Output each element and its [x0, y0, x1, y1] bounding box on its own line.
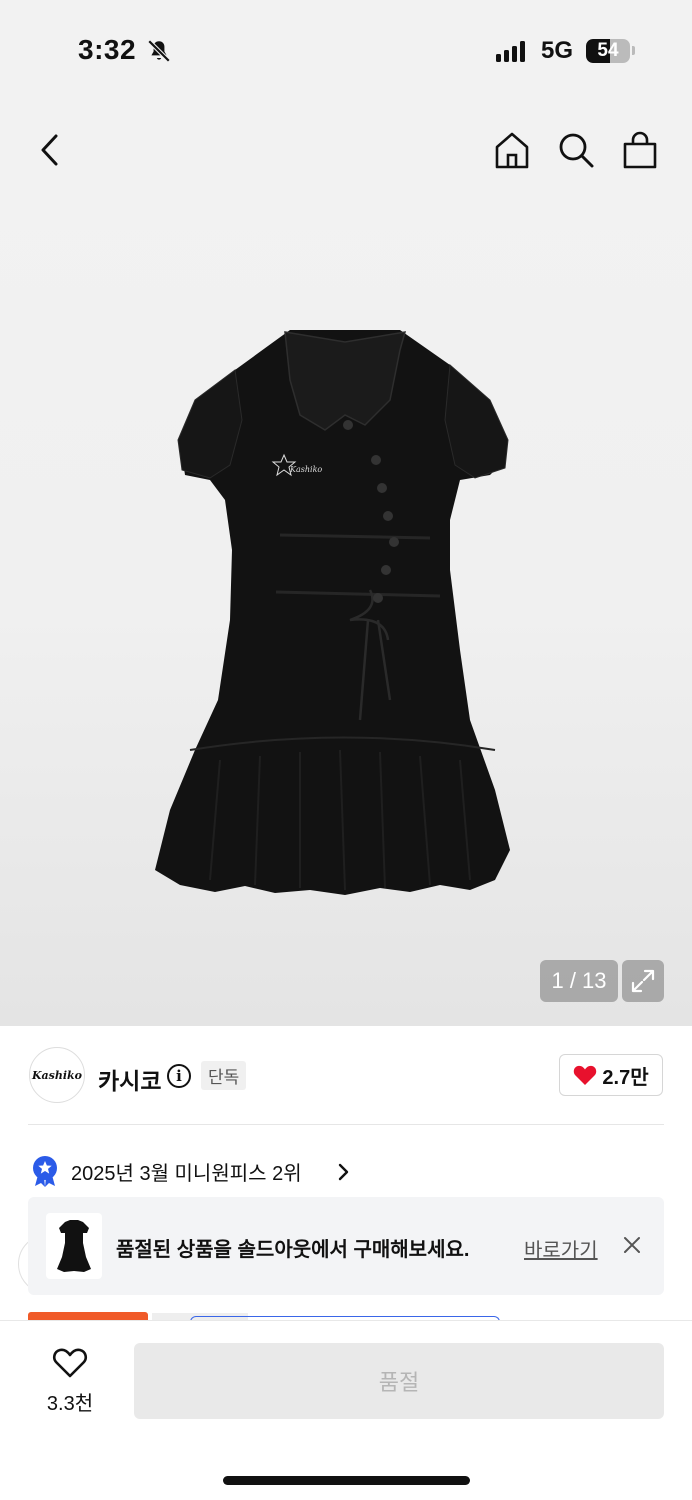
brand-like-button[interactable]: 2.7만 [559, 1054, 663, 1096]
wishlist-count: 3.3천 [46, 1393, 94, 1415]
banner-product-thumbnail [46, 1213, 102, 1279]
banner-go-link[interactable]: 바로가기 [524, 1234, 598, 1263]
product-image: Kashiko [155, 330, 510, 895]
divider [28, 1124, 664, 1125]
shopping-bag-icon [623, 131, 657, 169]
close-icon[interactable] [622, 1235, 642, 1255]
battery-icon: 54 [586, 39, 630, 63]
dress-thumbnail-icon [57, 1220, 91, 1272]
bell-slash-icon [147, 39, 171, 63]
heart-filled-icon [574, 1065, 597, 1085]
wishlist-button[interactable]: 3.3천 [30, 1347, 110, 1416]
product-gallery[interactable]: Kashiko 1 / 13 [0, 100, 692, 1026]
soldout-button[interactable]: 품절 [134, 1343, 664, 1419]
dress-body [155, 330, 510, 895]
status-bar: 3:32 5G 54 [0, 0, 692, 100]
battery-level: 54 [597, 40, 619, 61]
signal-icon [496, 40, 525, 62]
ranking-link[interactable]: 2025년 3월 미니원피스 2위 [71, 1157, 302, 1186]
brand-name[interactable]: 카시코 [98, 1062, 161, 1096]
home-button[interactable] [490, 128, 534, 172]
soldout-banner: 품절된 상품을 솔드아웃에서 구매해보세요. 바로가기 [28, 1197, 664, 1295]
heart-outline-icon [52, 1348, 88, 1378]
battery-tip [632, 46, 635, 55]
back-button[interactable] [30, 130, 70, 170]
cart-button[interactable] [618, 128, 662, 172]
expand-button[interactable] [622, 960, 664, 1002]
peek-tag [28, 1312, 148, 1320]
search-icon [559, 133, 594, 168]
back-icon [41, 134, 58, 166]
brand-like-count: 2.7만 [602, 1066, 649, 1089]
home-icon [495, 132, 529, 169]
brand-logo[interactable]: Kashiko [29, 1047, 85, 1103]
status-time: 3:32 [78, 34, 137, 65]
home-indicator [223, 1476, 470, 1485]
info-icon[interactable]: i [167, 1064, 191, 1088]
banner-message: 품절된 상품을 솔드아웃에서 구매해보세요. [116, 1239, 470, 1261]
rank-badge-icon [33, 1156, 57, 1187]
brand-logo-text: Kashiko [31, 1068, 82, 1082]
image-counter: 1 / 13 [540, 960, 618, 1002]
expand-icon [631, 969, 655, 993]
dress-logo-text: Kashiko [289, 465, 322, 474]
bottom-action-bar: 3.3천 품절 [0, 1320, 692, 1500]
network-label: 5G [541, 37, 574, 64]
chevron-right-icon[interactable] [336, 1162, 350, 1182]
search-button[interactable] [554, 128, 598, 172]
exclusive-badge: 단독 [201, 1061, 247, 1090]
